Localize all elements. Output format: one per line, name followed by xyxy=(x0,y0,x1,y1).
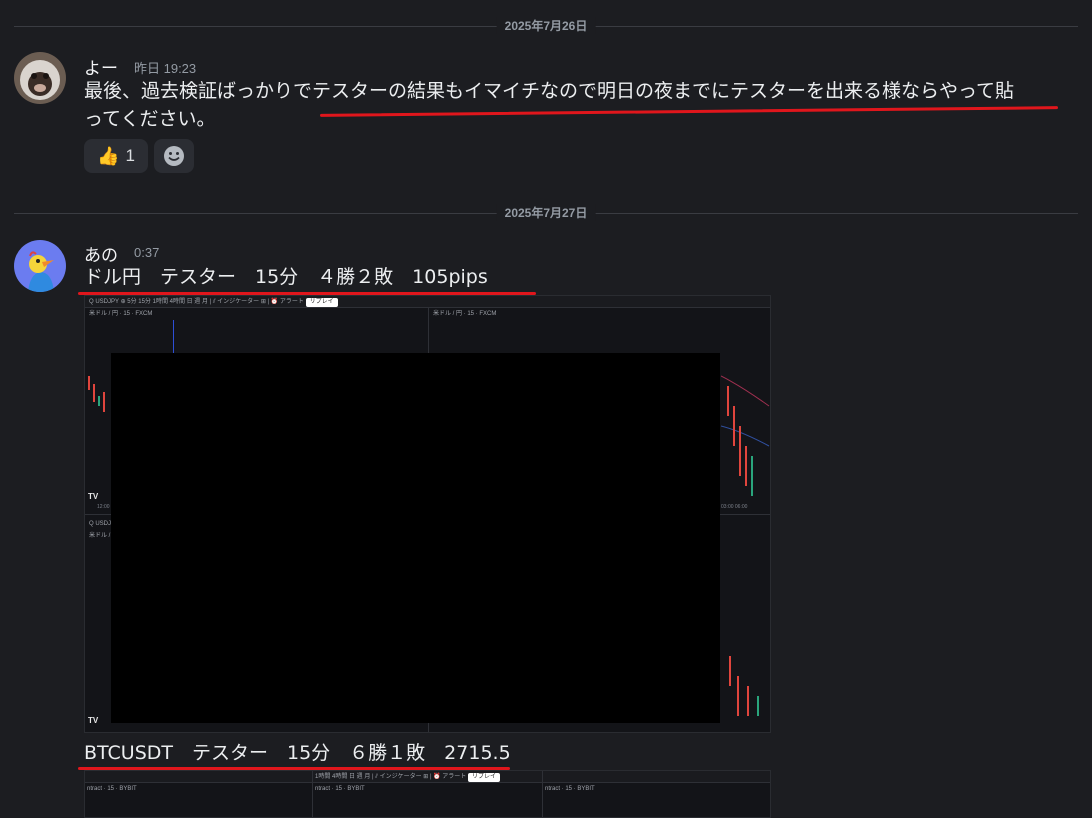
message-caption: BTCUSDT テスター 15分 ６勝１敗 2715.5 xyxy=(84,742,511,764)
smiley-icon xyxy=(164,146,184,166)
pane-title: ntract · 15 · BYBIT xyxy=(545,786,595,792)
pane-title: ntract · 15 · BYBIT xyxy=(315,786,365,792)
reaction-thumbs-up[interactable]: 👍 1 xyxy=(84,139,148,173)
pane-title: 米ドル / 円 · 15 · FXCM xyxy=(89,311,153,317)
reaction-count: 1 xyxy=(125,146,135,165)
tradingview-logo: TV xyxy=(88,716,99,725)
tradingview-logo: TV xyxy=(88,492,99,501)
avatar-duck-icon xyxy=(14,240,66,292)
redacted-region xyxy=(111,353,720,723)
date-divider-label: 2025年7月27日 xyxy=(496,204,596,221)
thumbs-up-icon: 👍 xyxy=(97,145,120,166)
avatar[interactable] xyxy=(14,52,66,104)
pane-title: 米ドル / 円 · 15 · FXCM xyxy=(433,311,497,317)
replay-button: リプレイ xyxy=(467,773,500,782)
timestamp: 昨日 19:23 xyxy=(134,61,197,76)
timestamp: 0:37 xyxy=(134,245,160,260)
avatar-monkey-icon xyxy=(14,52,66,104)
pane-title: ntract · 15 · BYBIT xyxy=(87,786,137,792)
replay-button: リプレイ xyxy=(305,298,338,307)
message-text: 最後、過去検証ばっかりでテスターの結果もイマイチなので明日の夜までにテスターを出… xyxy=(84,77,1084,133)
add-reaction-button[interactable] xyxy=(154,139,194,173)
date-divider: 2025年7月27日 xyxy=(14,204,1078,221)
candlestick-fragment xyxy=(721,375,770,716)
time-axis: 12:00 xyxy=(97,504,110,510)
message-line: 最後、過去検証ばっかりでテスターの結果もイマイチなので明日の夜までにテスターを出… xyxy=(84,80,1015,102)
date-divider: 2025年7月26日 xyxy=(14,17,1078,34)
time-axis: 03:00 06:00 xyxy=(721,504,748,510)
username[interactable]: よー xyxy=(84,54,118,79)
chart-toolbar: 1時間 4時間 日 週 月 | ⫽ インジケーター ⊞ | ⏰ アラート リプレ… xyxy=(85,771,770,783)
avatar[interactable] xyxy=(14,240,66,292)
message-caption: ドル円 テスター 15分 ４勝２敗 105pips xyxy=(84,266,488,288)
chart-toolbar: Q USDJPY ⊕ 5分 15分 1時間 4時間 日 週 月 | ⫽ インジケ… xyxy=(85,296,770,308)
chart-screenshot-attachment[interactable]: Q USDJPY ⊕ 5分 15分 1時間 4時間 日 週 月 | ⫽ インジケ… xyxy=(84,295,771,733)
chart-screenshot-attachment[interactable]: 1時間 4時間 日 週 月 | ⫽ インジケーター ⊞ | ⏰ アラート リプレ… xyxy=(84,770,771,818)
date-divider-label: 2025年7月26日 xyxy=(496,17,596,34)
